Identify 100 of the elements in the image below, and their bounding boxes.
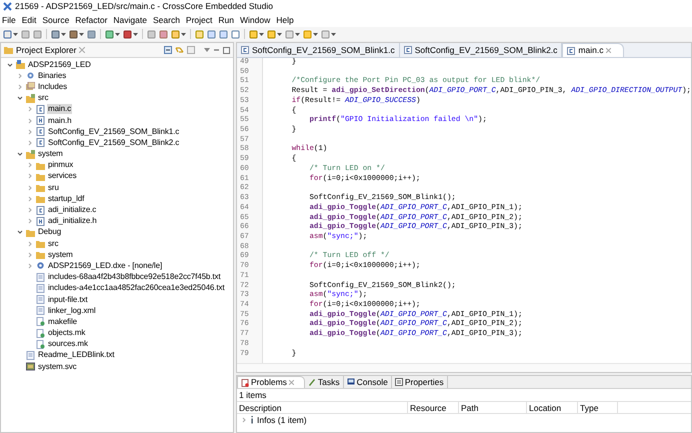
h-file-icon (36, 116, 45, 126)
c-file-icon (567, 46, 576, 54)
tree-item[interactable]: services (47, 171, 78, 182)
menu-item[interactable]: Search (152, 14, 180, 26)
minimize-icon[interactable] (213, 46, 220, 54)
filter-icon[interactable] (187, 46, 195, 54)
menu-item[interactable]: Window (240, 14, 270, 26)
tree-item[interactable]: includes-a4e1cc1aa4852fac260cea1e3ed25046.txt (47, 283, 226, 294)
column-header[interactable]: Description (237, 402, 408, 413)
panel-tab[interactable]: Console (344, 376, 392, 388)
menu-item[interactable]: Source (42, 14, 70, 26)
editor-tab[interactable]: main.c (562, 43, 624, 57)
config-icon (26, 362, 35, 372)
close-icon[interactable] (606, 48, 612, 53)
tree-item[interactable]: system (47, 250, 74, 260)
tree-item[interactable]: linker_log.xml (47, 306, 97, 316)
properties-icon (394, 378, 403, 386)
text-file-icon (36, 272, 45, 282)
caret-icon[interactable] (133, 32, 138, 36)
tree-item[interactable]: sru (47, 182, 60, 193)
menu-item[interactable]: Navigate (113, 14, 147, 26)
c-file-icon (36, 104, 45, 114)
tasks-icon (308, 378, 316, 386)
editor-tab[interactable]: SoftConfig_EV_21569_SOM_Blink2.c (400, 43, 562, 57)
tree-item[interactable]: src (37, 93, 50, 104)
c-file-icon (241, 46, 249, 54)
tree-item[interactable]: ADSP21569_LED (27, 60, 92, 70)
tree-item[interactable]: main.c (47, 104, 72, 114)
caret-icon[interactable] (277, 32, 282, 36)
caret-icon[interactable] (181, 32, 186, 36)
column-header[interactable]: Location (527, 402, 578, 413)
library-icon (26, 82, 35, 92)
item-count: 1 items (238, 389, 268, 401)
caret-icon[interactable] (13, 32, 18, 36)
app-icon (3, 2, 12, 11)
tree-item[interactable]: Debug (37, 227, 62, 238)
tree-item[interactable]: adi_initialize.c (47, 205, 98, 216)
tree-item[interactable]: Includes (37, 82, 68, 92)
tree-item[interactable]: ADSP21569_LED.dxe - [none/le] (47, 260, 164, 271)
project-folder-icon (16, 60, 25, 70)
text-file-icon (26, 350, 35, 360)
tree-item[interactable]: SoftConfig_EV_21569_SOM_Blink2.c (47, 138, 180, 148)
c-file-icon (36, 206, 45, 215)
menu-item[interactable]: Run (218, 14, 234, 26)
caret-icon[interactable] (259, 32, 264, 36)
column-header[interactable]: Type (578, 402, 618, 413)
binaries-icon (26, 71, 35, 80)
tree-item[interactable]: Binaries (37, 70, 68, 81)
tree-item[interactable]: Readme_LEDBlink.txt (37, 350, 116, 360)
column-header[interactable]: Resource (408, 402, 459, 413)
text-file-icon (36, 306, 45, 316)
link-icon[interactable] (175, 46, 184, 54)
c-file-icon (36, 138, 45, 148)
h-file-icon (36, 216, 45, 226)
tree-item[interactable]: src (47, 238, 60, 249)
tree-item[interactable]: includes-68aa4f2b43b8fbbce92e518e2cc7f45b.txt (47, 272, 222, 282)
panel-tab[interactable]: Problems (237, 376, 305, 388)
source-folder-icon (26, 94, 35, 103)
problems-icon (241, 378, 249, 386)
window-title: 21569 - ADSP21569_LED/src/main.c - CrossCore Embedded Studio (15, 0, 273, 13)
tree-item[interactable]: pinmux (47, 160, 74, 170)
tree-item[interactable]: objects.mk (47, 328, 86, 338)
tree-item[interactable]: adi_initialize.h (47, 216, 98, 226)
tree-item[interactable]: sources.mk (47, 339, 89, 350)
tree-item[interactable]: system.svc (37, 362, 78, 372)
close-icon[interactable] (288, 380, 294, 385)
tree-item[interactable]: makefile (47, 316, 78, 327)
caret-icon[interactable] (79, 32, 84, 36)
info-icon (250, 416, 254, 424)
tree-item[interactable]: system (37, 149, 64, 160)
tree-item[interactable]: main.h (47, 116, 72, 126)
menu-item[interactable]: Project (186, 14, 212, 26)
make-file-icon (36, 340, 45, 349)
tree-item[interactable]: SoftConfig_EV_21569_SOM_Blink1.c (47, 126, 180, 137)
c-file-icon (36, 127, 45, 136)
menu-item[interactable]: File (2, 14, 16, 26)
make-file-icon (36, 328, 45, 338)
tree-item[interactable]: Infos (1 item) (257, 414, 307, 426)
tree-item[interactable]: startup_ldf (47, 194, 86, 204)
menu-item[interactable]: Refactor (75, 14, 108, 26)
menu-item[interactable]: Edit (22, 14, 36, 26)
caret-icon[interactable] (331, 32, 336, 36)
source-folder-icon (26, 150, 35, 159)
caret-icon[interactable] (115, 32, 120, 36)
maximize-icon[interactable] (223, 46, 230, 54)
text-file-icon (36, 284, 45, 293)
tree-item[interactable]: input-file.txt (47, 294, 89, 305)
collapse-icon[interactable] (164, 46, 172, 54)
caret-icon[interactable] (313, 32, 318, 36)
c-file-icon (404, 46, 412, 54)
horizontal-scrollbar[interactable] (237, 363, 691, 372)
column-header[interactable]: Path (459, 402, 527, 413)
panel-title: Project Explorer (16, 44, 76, 56)
caret-icon[interactable] (61, 32, 66, 36)
close-icon[interactable] (79, 47, 86, 53)
view-menu-icon[interactable] (204, 48, 210, 52)
caret-icon[interactable] (295, 32, 300, 36)
text-file-icon (36, 295, 45, 304)
console-icon (346, 378, 355, 386)
menu-item[interactable]: Help (276, 14, 294, 26)
